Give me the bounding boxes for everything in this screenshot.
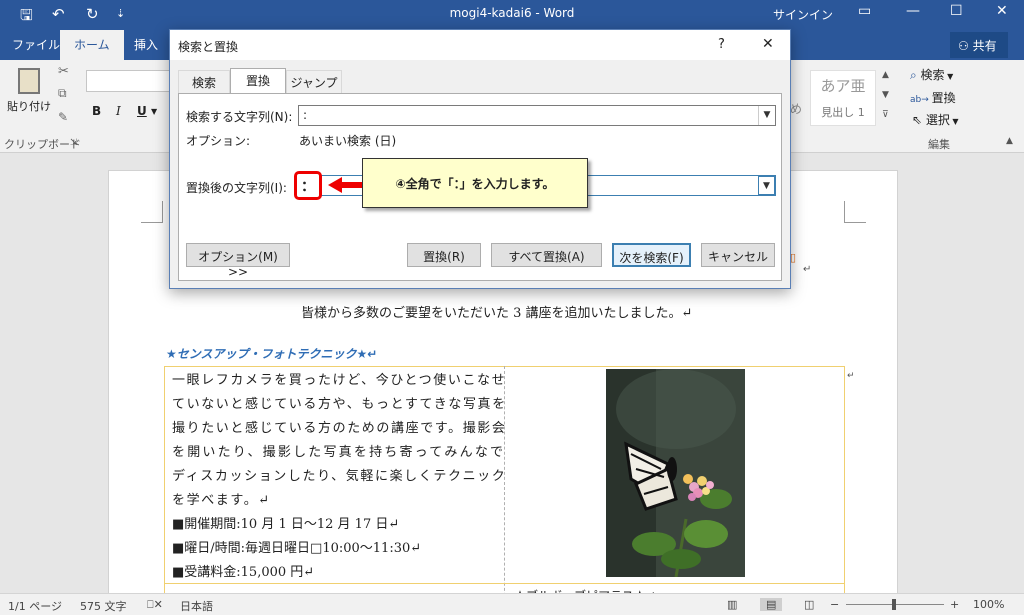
close-icon[interactable]: ✕ [762, 36, 774, 52]
collapse-ribbon-icon[interactable]: ▲ [1006, 136, 1013, 146]
cell-end-mark: ↵ [847, 371, 855, 381]
language[interactable]: 日本語 [180, 598, 213, 614]
magnifier-icon: ⌕ [910, 68, 921, 82]
body-line: を開いたり、撮影した写真を持ち寄ってみんなで [172, 445, 506, 460]
share-button[interactable]: ⚇ 共有 [950, 32, 1008, 58]
dialog-titlebar: 検索と置換 ? ✕ [170, 30, 790, 60]
options-button[interactable]: オプション(M) >> [186, 243, 290, 279]
edit-group-label: 編集 [928, 138, 950, 151]
body-line: を学べます。↵ [172, 493, 271, 508]
chevron-down-icon[interactable]: ▼ [758, 106, 775, 125]
select-label: 選択 [925, 113, 950, 127]
replace-icon: ab→ [910, 95, 932, 105]
dialog-title: 検索と置換 [178, 40, 239, 54]
options-value: あいまい検索 (日) [299, 134, 397, 148]
read-mode-icon[interactable]: ▥ [727, 598, 737, 611]
signin-link[interactable]: サインイン [773, 6, 833, 23]
status-bar: 1/1 ページ 575 文字 ⎕✕ 日本語 ▥ ▤ ◫ − + 100% [0, 593, 1024, 615]
chevron-down-icon: ▼ [944, 72, 954, 81]
font-name-box[interactable] [86, 70, 170, 92]
cut-icon[interactable]: ✂ [58, 64, 69, 79]
styles-scroll-down-icon[interactable]: ▼ [882, 90, 889, 100]
styles-scroll-up-icon[interactable]: ▲ [882, 70, 889, 80]
replace-button[interactable]: ab→ 置換 [910, 89, 956, 106]
tab-home[interactable]: ホーム [60, 30, 124, 60]
chevron-down-icon[interactable]: ▼ [758, 176, 775, 195]
cancel-button[interactable]: キャンセル [701, 243, 775, 267]
highlighted-input-value: ： [294, 171, 322, 200]
margin-mark-left [141, 201, 163, 223]
format-painter-icon[interactable]: ✎ [58, 110, 68, 124]
help-button[interactable]: ? [718, 37, 725, 52]
butterfly-photo[interactable] [606, 369, 745, 577]
replace-label: 置換 [931, 91, 956, 105]
zoom-in-icon[interactable]: + [950, 598, 959, 611]
zoom-level[interactable]: 100% [973, 598, 1004, 611]
bold-button[interactable]: B [92, 104, 101, 118]
zoom-thumb[interactable] [892, 599, 896, 610]
section-heading: ★センスアップ・フォトテクニック★↵ [166, 347, 378, 361]
paste-button[interactable]: 貼り付け [6, 66, 52, 116]
maximize-icon[interactable]: ☐ [950, 3, 963, 19]
word-count[interactable]: 575 文字 [80, 598, 127, 614]
intro-paragraph: 皆様から多数のご要望をいただいた 3 講座を追加いたしました。↵ [301, 306, 693, 321]
proofing-icon[interactable]: ⎕✕ [147, 598, 163, 612]
person-icon: ⚇ [958, 39, 973, 53]
options-label: オプション: [186, 134, 251, 148]
minimize-icon[interactable]: — [906, 3, 920, 19]
web-layout-icon[interactable]: ◫ [804, 598, 814, 611]
replace-all-button[interactable]: すべて置換(A) [491, 243, 602, 267]
replace-label: 置換後の文字列(I): [186, 181, 287, 195]
body-line: 一眼レフカメラを買ったけど、今ひとつ使いこなせ [172, 373, 507, 388]
zoom-out-icon[interactable]: − [830, 598, 839, 611]
body-line: ていないと感じている方や、もっとすてきな写真を [172, 397, 507, 412]
find-value: : [303, 108, 308, 122]
paste-label: 貼り付け [7, 100, 51, 113]
replace-button[interactable]: 置換(R) [407, 243, 481, 267]
tab-file[interactable]: ファイル [12, 36, 60, 53]
chevron-down-icon: ▼ [949, 117, 959, 126]
tab-replace[interactable]: 置換 [230, 68, 286, 94]
red-arrow [328, 177, 362, 193]
copy-icon[interactable]: ⧉ [58, 86, 67, 101]
tab-jump[interactable]: ジャンプ [286, 70, 342, 93]
table-row-divider [164, 583, 845, 584]
clipboard-icon [18, 68, 40, 94]
text-color-icon[interactable]: め [790, 100, 802, 117]
print-layout-icon[interactable]: ▤ [760, 598, 783, 611]
tab-find[interactable]: 検索 [178, 70, 230, 93]
page-count[interactable]: 1/1 ページ [8, 598, 62, 614]
butterfly-illustration [606, 369, 745, 577]
search-label: 検索 [920, 68, 945, 82]
info-line: ■曜日/時間:毎週日曜日□10:00～11:30↵ [172, 541, 422, 556]
close-window-icon[interactable]: ✕ [996, 3, 1008, 19]
style-name: 見出し 1 [821, 106, 865, 119]
underline-button[interactable]: U [137, 104, 147, 118]
styles-more-icon[interactable]: ⊽ [882, 110, 889, 120]
select-button[interactable]: ⇖ 選択 ▼ [912, 111, 959, 128]
instruction-callout: ④全角で「：」を入力します。 [362, 158, 588, 208]
find-next-button[interactable]: 次を検索(F) [612, 243, 691, 267]
find-input[interactable]: : ▼ [298, 105, 776, 126]
italic-button[interactable]: I [116, 104, 121, 118]
margin-mark-right [844, 201, 866, 223]
return-mark: ↵ [803, 264, 812, 275]
search-button[interactable]: ⌕ 検索 ▼ [910, 66, 953, 83]
tab-insert[interactable]: 挿入 [134, 36, 158, 53]
body-line: ディスカッションしたり、気軽に楽しくテクニック [172, 469, 507, 484]
info-line: ■受講料金:15,000 円↵ [172, 565, 315, 580]
underline-dropdown-icon[interactable]: ▼ [151, 107, 157, 116]
title-bar: 🖫 ↶ ↻ ⇣ mogi4-kadai6 - Word サインイン ▭ — ☐ … [0, 0, 1024, 30]
body-line: 撮りたいと感じている方のための講座です。撮影会 [172, 421, 507, 436]
dialog-launcher-icon[interactable]: ⇲ [70, 138, 78, 148]
style-sample: あア亜 [820, 77, 866, 95]
ribbon-display-icon[interactable]: ▭ [858, 3, 871, 19]
find-label: 検索する文字列(N): [186, 110, 293, 124]
share-label: 共有 [972, 39, 997, 53]
info-line: ■開催期間:10 月 1 日～12 月 17 日↵ [172, 517, 400, 532]
cursor-icon: ⇖ [912, 113, 926, 127]
style-heading1[interactable]: あア亜 見出し 1 [810, 70, 876, 126]
